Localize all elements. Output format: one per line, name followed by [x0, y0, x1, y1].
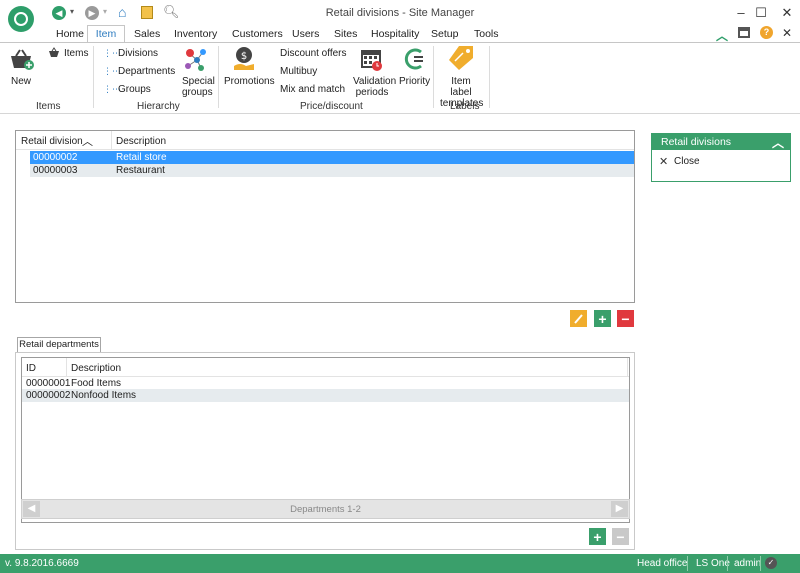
pager-label: Departments 1-2 [290, 504, 361, 515]
maximize-icon[interactable]: ☐ [752, 6, 770, 20]
tab-tools[interactable]: Tools [474, 28, 499, 42]
ribbon-separator [489, 46, 490, 108]
ribbon-separator [433, 46, 434, 108]
validation-line2: periods [355, 87, 389, 98]
minimize-icon[interactable]: – [732, 6, 750, 20]
promotions-button[interactable]: Promotions [224, 76, 275, 87]
column-divider [627, 358, 628, 377]
validation-periods-button[interactable]: Validation periods [353, 76, 397, 98]
division-id: 00000003 [33, 165, 78, 176]
edit-button[interactable] [570, 310, 587, 327]
group-labels-label: Labels [450, 101, 480, 112]
department-description: Nonfood Items [71, 390, 137, 401]
group-items-label: Items [36, 101, 61, 112]
edit-pencil-icon [574, 314, 583, 324]
help-icon[interactable]: ? [760, 26, 773, 39]
label-tag-icon[interactable] [447, 44, 475, 72]
departments-button[interactable]: Departments [118, 66, 175, 77]
division-description: Restaurant [116, 165, 165, 176]
ribbon-separator [93, 46, 94, 108]
discount-offers-button[interactable]: Discount offers [280, 48, 347, 59]
side-panel-collapse-icon[interactable]: ︿ [772, 134, 784, 151]
close-link[interactable]: Close [674, 156, 700, 167]
tab-setup[interactable]: Setup [431, 28, 458, 42]
tab-retail-departments[interactable]: Retail departments [17, 337, 101, 353]
item-label-line1: Item label [450, 76, 472, 98]
tab-users[interactable]: Users [292, 28, 319, 42]
special-groups-line1: Special [182, 76, 215, 87]
column-header-id[interactable]: ID [26, 362, 36, 375]
svg-text:$: $ [241, 51, 247, 62]
add-department-button[interactable]: + [589, 528, 606, 545]
side-panel-title: Retail divisions [661, 136, 732, 148]
close-icon[interactable]: ✕ [659, 155, 668, 168]
column-header-description[interactable]: Description [116, 135, 166, 148]
column-header-retail-division[interactable]: Retail division [21, 135, 83, 148]
delete-division-button[interactable]: − [617, 310, 634, 327]
pager-next-icon[interactable]: ▶ [611, 501, 628, 517]
priority-icon[interactable] [401, 46, 427, 72]
print-icon[interactable] [738, 27, 750, 38]
tab-hospitality[interactable]: Hospitality [371, 28, 419, 42]
status-divider [687, 556, 688, 571]
items-basket-icon[interactable] [48, 47, 60, 58]
column-header-description[interactable]: Description [71, 362, 121, 375]
sort-ascending-icon[interactable]: ︿ [82, 133, 93, 149]
column-divider [111, 131, 112, 150]
status-divider [760, 556, 761, 571]
close-window-icon[interactable]: ✕ [778, 6, 796, 20]
status-divider [727, 556, 728, 571]
column-divider [66, 358, 67, 377]
special-groups-line2: groups [182, 87, 213, 98]
tab-customers[interactable]: Customers [232, 28, 283, 42]
version-label: v. 9.8.2016.6669 [5, 558, 79, 569]
group-price-discount-label: Price/discount [300, 101, 363, 112]
connection-check-icon: ✓ [765, 557, 777, 569]
location-label: Head office [637, 558, 688, 569]
items-button[interactable]: Items [64, 48, 88, 59]
product-label: LS One [696, 558, 730, 569]
special-groups-button[interactable]: Special groups [182, 76, 215, 98]
priority-button[interactable]: Priority [399, 76, 430, 87]
window-title: Retail divisions - Site Manager [325, 7, 475, 19]
groups-button[interactable]: Groups [118, 84, 151, 95]
division-description: Retail store [116, 152, 167, 163]
promotions-icon[interactable]: $ [232, 46, 256, 72]
tab-home[interactable]: Home [56, 28, 84, 42]
department-id: 00000002 [26, 390, 71, 401]
close-page-icon[interactable]: ✕ [782, 26, 792, 40]
new-basket-icon[interactable] [8, 48, 34, 70]
special-groups-icon[interactable] [182, 46, 208, 72]
validation-line1: Validation [353, 76, 397, 87]
user-label: admin [734, 558, 762, 569]
division-id: 00000002 [33, 152, 78, 163]
multibuy-button[interactable]: Multibuy [280, 66, 317, 77]
new-button[interactable]: New [11, 76, 31, 87]
tab-inventory[interactable]: Inventory [174, 28, 217, 42]
tab-item[interactable]: Item [87, 25, 125, 43]
tab-sites[interactable]: Sites [334, 28, 357, 42]
ribbon-separator [218, 46, 219, 108]
divisions-grid-header [16, 131, 634, 150]
calendar-icon[interactable] [359, 46, 383, 72]
group-hierarchy-label: Hierarchy [137, 101, 180, 112]
remove-department-button[interactable]: − [612, 528, 629, 545]
divisions-button[interactable]: Divisions [118, 48, 158, 59]
mix-and-match-button[interactable]: Mix and match [280, 84, 345, 95]
tab-sales[interactable]: Sales [134, 28, 160, 42]
add-division-button[interactable]: + [594, 310, 611, 327]
